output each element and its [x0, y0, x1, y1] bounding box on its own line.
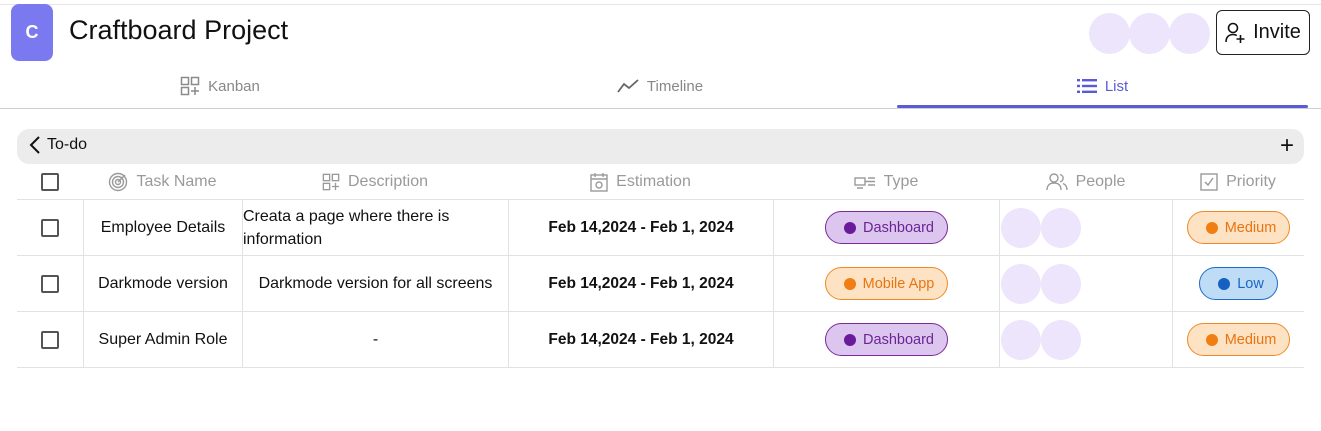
column-header-task-name[interactable]: Task Name	[83, 164, 242, 200]
type-cell[interactable]: Mobile App	[773, 256, 999, 311]
member-avatars[interactable]	[1089, 13, 1210, 54]
select-all-checkbox[interactable]	[41, 173, 59, 191]
priority-cell[interactable]: Medium	[1172, 200, 1304, 255]
type-badge[interactable]: Mobile App	[824, 267, 949, 300]
table-row[interactable]: Super Admin Role - Feb 14,2024 - Feb 1, …	[17, 312, 1304, 368]
type-label: Dashboard	[863, 331, 934, 348]
row-checkbox[interactable]	[41, 218, 59, 237]
row-checkbox[interactable]	[41, 330, 59, 349]
priority-badge[interactable]: Low	[1199, 267, 1278, 300]
tab-label: List	[1104, 77, 1129, 95]
column-header-people[interactable]: People	[999, 164, 1172, 200]
active-tab-indicator	[897, 105, 1308, 108]
description-cell[interactable]: Creata a page where there is information	[242, 200, 508, 255]
avatar[interactable]	[1041, 207, 1081, 248]
invite-button[interactable]: Invite	[1216, 10, 1310, 55]
kanban-icon	[180, 76, 200, 96]
row-select-cell	[17, 256, 83, 311]
column-header-description[interactable]: Description	[242, 164, 508, 200]
description-icon	[322, 173, 340, 191]
people-cell[interactable]	[999, 312, 1172, 367]
column-header-type[interactable]: Type	[773, 164, 999, 200]
type-dot	[844, 221, 857, 234]
table-row[interactable]: Employee Details Creata a page where the…	[17, 200, 1304, 256]
column-label: Priority	[1226, 173, 1276, 190]
project-title: Craftboard Project	[69, 15, 289, 45]
row-select-cell	[17, 200, 83, 255]
calendar-icon	[590, 172, 608, 192]
type-cell[interactable]: Dashboard	[773, 312, 999, 367]
row-select-cell	[17, 312, 83, 367]
list-icon	[1076, 79, 1097, 93]
avatar[interactable]	[1169, 13, 1210, 54]
column-label: Estimation	[616, 173, 691, 190]
priority-dot	[1205, 221, 1218, 234]
column-label: Task Name	[136, 173, 217, 190]
row-checkbox[interactable]	[41, 274, 59, 293]
estimation-cell[interactable]: Feb 14,2024 - Feb 1, 2024	[508, 200, 773, 255]
type-badge[interactable]: Dashboard	[825, 211, 948, 244]
type-label: Dashboard	[863, 219, 934, 236]
checkbox-square-icon	[1200, 173, 1218, 191]
type-cell[interactable]: Dashboard	[773, 200, 999, 255]
column-label: People	[1075, 173, 1126, 190]
priority-label: Medium	[1224, 219, 1277, 236]
people-icon	[1045, 173, 1068, 191]
add-task-button[interactable]: +	[1280, 134, 1294, 158]
task-name-cell[interactable]: Darkmode version	[83, 256, 242, 311]
avatar[interactable]	[1041, 319, 1081, 360]
people-cell[interactable]	[999, 200, 1172, 255]
task-name-cell[interactable]: Super Admin Role	[83, 312, 242, 367]
project-logo: C	[11, 4, 53, 61]
tab-timeline[interactable]: Timeline	[440, 64, 880, 108]
column-header-estimation[interactable]: Estimation	[508, 164, 773, 200]
avatar[interactable]	[1001, 263, 1041, 304]
people-cell[interactable]	[999, 256, 1172, 311]
timeline-icon	[617, 78, 639, 94]
description-cell[interactable]: Darkmode version for all screens	[242, 256, 508, 311]
avatar[interactable]	[1041, 263, 1081, 304]
target-icon	[108, 172, 128, 192]
project-header: C Craftboard Project Invite	[0, 0, 1321, 64]
avatar[interactable]	[1089, 13, 1130, 54]
type-dot	[844, 333, 857, 346]
column-label: Description	[347, 173, 429, 190]
tab-label: Kanban	[208, 77, 260, 95]
type-dot	[843, 277, 856, 290]
task-table: Employee Details Creata a page where the…	[17, 199, 1304, 368]
avatar[interactable]	[1129, 13, 1170, 54]
group-label: To-do	[47, 136, 88, 153]
tab-label: Timeline	[646, 77, 704, 95]
type-badge[interactable]: Dashboard	[825, 323, 948, 356]
estimation-cell[interactable]: Feb 14,2024 - Feb 1, 2024	[508, 312, 773, 367]
priority-badge[interactable]: Medium	[1186, 323, 1291, 356]
chevron-left-icon	[29, 136, 41, 154]
avatar[interactable]	[1001, 207, 1041, 248]
tab-list[interactable]: List	[897, 64, 1308, 108]
add-user-icon	[1225, 22, 1245, 44]
view-tabs: Kanban Timeline List	[0, 64, 1321, 109]
column-header-priority[interactable]: Priority	[1172, 164, 1304, 200]
priority-label: Low	[1237, 275, 1264, 292]
priority-dot	[1205, 333, 1218, 346]
avatar[interactable]	[1001, 319, 1041, 360]
collapse-group-button[interactable]: To-do	[29, 136, 87, 154]
group-header-todo[interactable]: To-do +	[17, 129, 1304, 164]
priority-label: Medium	[1224, 331, 1277, 348]
type-label: Mobile App	[862, 275, 935, 292]
priority-cell[interactable]: Medium	[1172, 312, 1304, 367]
table-row[interactable]: Darkmode version Darkmode version for al…	[17, 256, 1304, 312]
priority-badge[interactable]: Medium	[1186, 211, 1291, 244]
select-all-cell	[17, 164, 83, 200]
type-icon	[853, 174, 876, 190]
invite-label: Invite	[1253, 21, 1301, 43]
priority-cell[interactable]: Low	[1172, 256, 1304, 311]
estimation-cell[interactable]: Feb 14,2024 - Feb 1, 2024	[508, 256, 773, 311]
priority-dot	[1218, 277, 1231, 290]
table-header: Task Name Description Estimation Type Pe…	[17, 164, 1304, 200]
tab-kanban[interactable]: Kanban	[0, 64, 440, 108]
column-label: Type	[883, 173, 919, 190]
task-name-cell[interactable]: Employee Details	[83, 200, 242, 255]
description-cell[interactable]: -	[242, 312, 508, 367]
